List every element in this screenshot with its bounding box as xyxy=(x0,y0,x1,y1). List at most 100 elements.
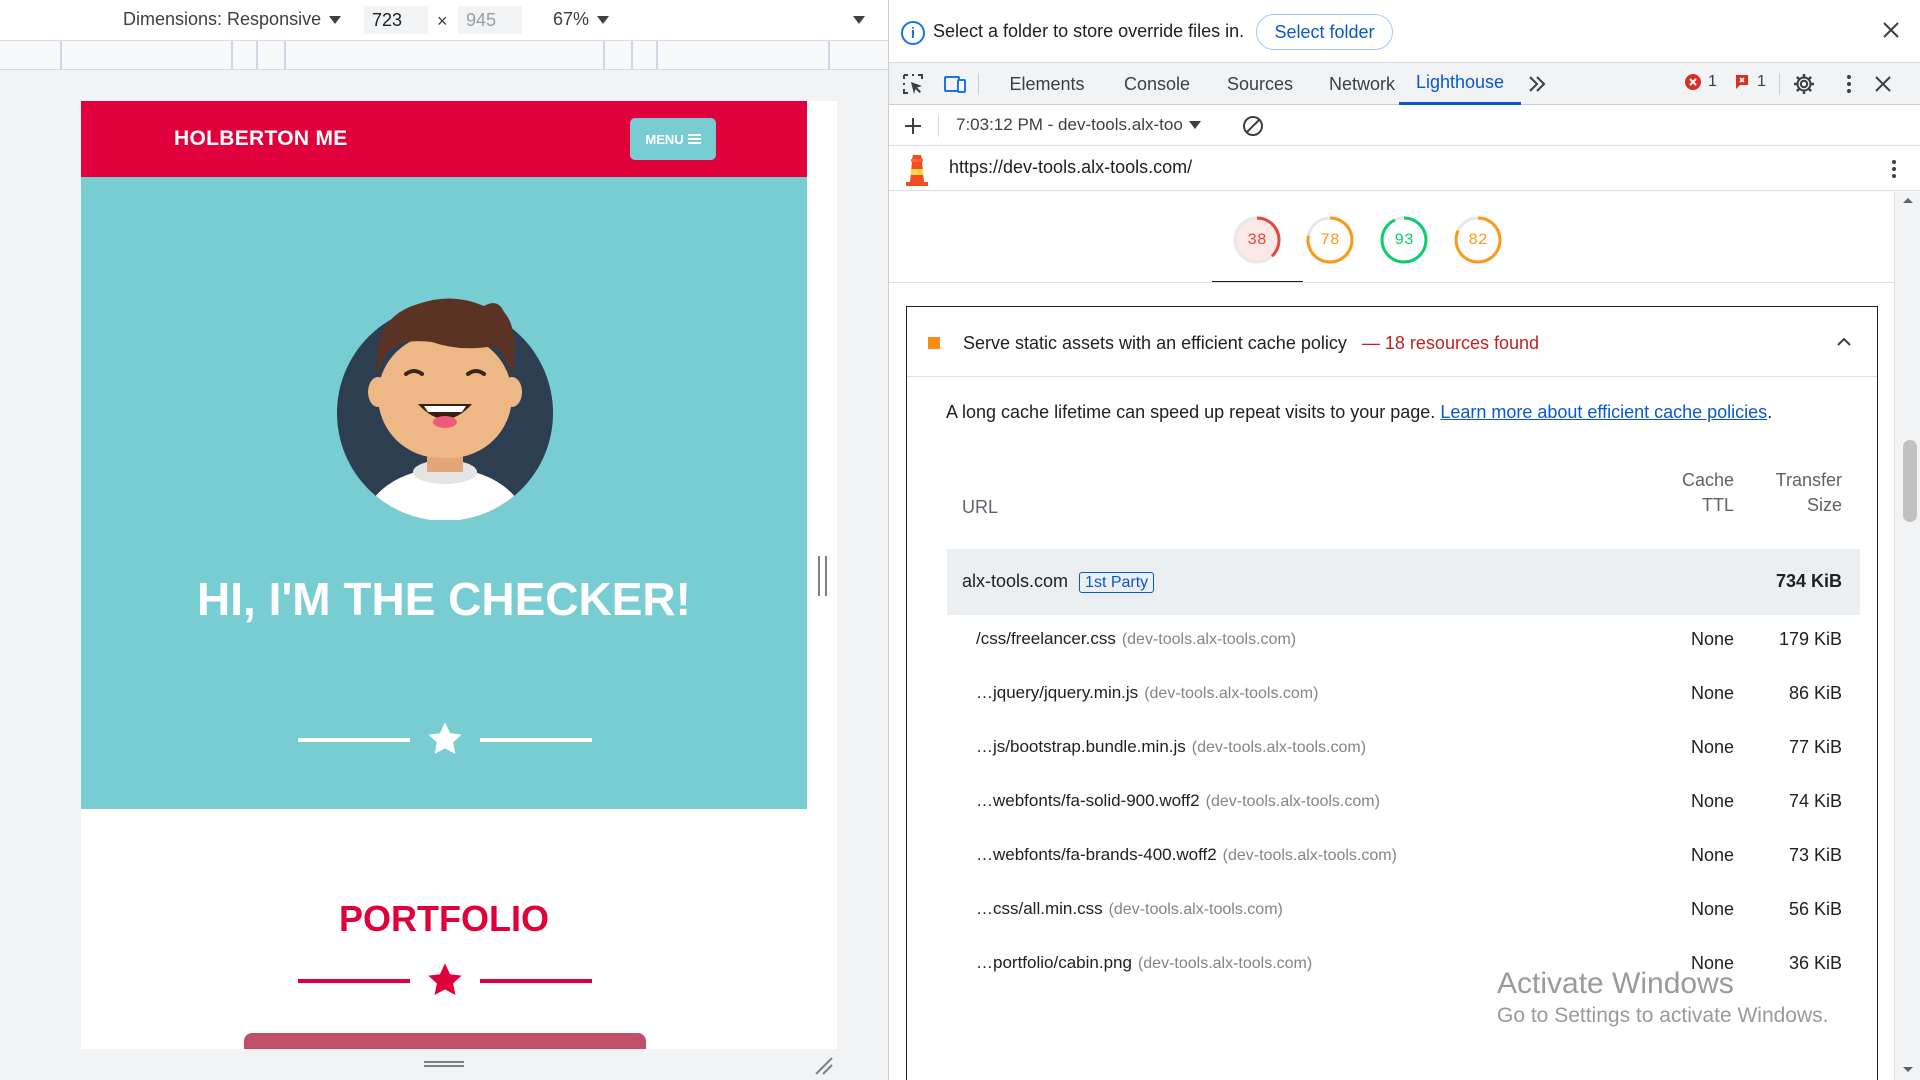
period: . xyxy=(1767,402,1773,422)
row-url: …webfonts/fa-brands-400.woff2 (dev-tools.… xyxy=(976,845,1397,865)
error-icon xyxy=(1685,74,1701,90)
score-gauge[interactable]: 78 xyxy=(1304,214,1356,266)
row-transfer-size: 74 KiB xyxy=(1788,791,1842,811)
menu-button[interactable]: MENU xyxy=(630,118,716,160)
tab-console[interactable]: Console xyxy=(1105,63,1209,105)
more-tabs-icon[interactable] xyxy=(1525,72,1549,96)
tab-sources[interactable]: Sources xyxy=(1209,63,1311,105)
portfolio-heading: PORTFOLIO xyxy=(339,898,549,939)
clear-icon[interactable] xyxy=(1241,114,1265,138)
devtools-panel: i Select a folder to store override file… xyxy=(889,0,1920,1080)
emulated-viewport: HOLBERTON ME MENU HI, I'M THE CHECKER! P… xyxy=(81,101,807,1049)
error-count-badge[interactable]: 1 xyxy=(1684,73,1717,91)
resize-handle-right[interactable] xyxy=(818,556,827,596)
dimensions-dropdown[interactable]: Dimensions: Responsive xyxy=(123,9,342,30)
row-transfer-size: 86 KiB xyxy=(1788,683,1842,703)
row-host: (dev-tools.alx-tools.com) xyxy=(1222,847,1397,864)
portfolio-card[interactable] xyxy=(244,1033,646,1049)
avatar-image xyxy=(337,298,553,520)
audit-header[interactable]: Serve static assets with an efficient ca… xyxy=(907,307,1877,377)
height-input[interactable]: 945 xyxy=(458,6,522,34)
learn-more-link[interactable]: Learn more about efficient cache policie… xyxy=(1440,402,1767,422)
row-cache-ttl: None xyxy=(1690,683,1734,703)
kebab-menu-icon[interactable] xyxy=(1882,157,1906,181)
media-query-bar[interactable] xyxy=(0,40,888,70)
kebab-menu-icon[interactable] xyxy=(1837,72,1861,96)
row-host: (dev-tools.alx-tools.com) xyxy=(1205,793,1380,810)
scroll-thumb[interactable] xyxy=(1903,440,1917,522)
tab-lighthouse[interactable]: Lighthouse xyxy=(1399,63,1521,105)
issues-count-badge[interactable]: 1 xyxy=(1733,73,1766,91)
row-path: …js/bootstrap.bundle.min.js xyxy=(976,737,1186,756)
resize-bar-bottom xyxy=(81,1049,837,1080)
th-cache-ttl-line2: TTL xyxy=(1701,495,1734,515)
info-icon: i xyxy=(901,21,925,45)
audit-card: Serve static assets with an efficient ca… xyxy=(906,306,1878,1080)
zoom-dropdown[interactable]: 67% xyxy=(553,9,610,30)
th-transfer-size-line2: Size xyxy=(1806,495,1842,515)
chevron-up-icon[interactable] xyxy=(1835,333,1853,351)
star-icon xyxy=(428,963,462,996)
score-value: 78 xyxy=(1320,231,1340,249)
plus-icon[interactable] xyxy=(902,115,924,137)
close-devtools-icon[interactable] xyxy=(1871,72,1895,96)
score-value: 38 xyxy=(1247,231,1267,249)
site-navbar: HOLBERTON ME MENU xyxy=(81,101,807,177)
row-path: …webfonts/fa-brands-400.woff2 xyxy=(976,845,1217,864)
tab-elements[interactable]: Elements xyxy=(989,63,1105,105)
scroll-down-icon[interactable] xyxy=(1902,1066,1914,1074)
row-transfer-size: 77 KiB xyxy=(1788,737,1842,757)
score-gauge[interactable]: 93 xyxy=(1378,214,1430,266)
row-host: (dev-tools.alx-tools.com) xyxy=(1137,955,1313,972)
watermark-line2: Go to Settings to activate Windows. xyxy=(1497,1004,1829,1027)
report-select[interactable]: 7:03:12 PM - dev-tools.alx-too xyxy=(956,115,1201,135)
row-url: …portfolio/cabin.png (dev-tools.alx-tools… xyxy=(976,953,1312,973)
scroll-up-icon[interactable] xyxy=(1902,196,1914,204)
row-url: …js/bootstrap.bundle.min.js (dev-tools.al… xyxy=(976,737,1366,757)
report-scrollbar[interactable] xyxy=(1894,192,1920,1080)
row-url: …webfonts/fa-solid-900.woff2 (dev-tools.a… xyxy=(976,791,1380,811)
row-path: …css/all.min.css xyxy=(976,899,1103,918)
lighthouse-report: 38 78 93 82 Serve static assets with an eff… xyxy=(889,192,1894,1080)
chevron-down-icon xyxy=(1188,121,1201,129)
tab-network[interactable]: Network xyxy=(1311,63,1413,105)
resize-corner-icon[interactable] xyxy=(814,1056,834,1076)
row-transfer-size: 179 KiB xyxy=(1778,629,1842,649)
group-size: 734 KiB xyxy=(1775,571,1842,591)
row-cache-ttl: None xyxy=(1690,629,1734,649)
report-url: https://dev-tools.alx-tools.com/ xyxy=(949,157,1193,177)
times-sign: × xyxy=(437,11,448,31)
score-gauge[interactable]: 82 xyxy=(1452,214,1504,266)
site-brand[interactable]: HOLBERTON ME xyxy=(174,127,348,151)
select-folder-button[interactable]: Select folder xyxy=(1256,14,1393,50)
issues-count: 1 xyxy=(1757,73,1766,90)
row-host: (dev-tools.alx-tools.com) xyxy=(1108,901,1283,918)
report-select-label: 7:03:12 PM - dev-tools.alx-too xyxy=(956,115,1183,134)
error-count: 1 xyxy=(1708,73,1717,90)
dimensions-label: Dimensions: Responsive xyxy=(123,9,322,29)
audit-title: Serve static assets with an efficient ca… xyxy=(963,333,1347,353)
devtools-tabbar: Elements Console Sources Network Lightho… xyxy=(889,63,1920,105)
row-path: /css/freelancer.css xyxy=(976,629,1116,648)
audit-description-text: A long cache lifetime can speed up repea… xyxy=(946,402,1436,422)
score-value: 93 xyxy=(1394,231,1414,249)
width-input[interactable]: 723 xyxy=(364,6,428,34)
report-url-row: https://dev-tools.alx-tools.com/ xyxy=(889,146,1920,191)
close-icon[interactable] xyxy=(1881,20,1901,40)
gear-icon[interactable] xyxy=(1792,72,1816,96)
watermark-line1: Activate Windows xyxy=(1497,967,1734,1000)
row-transfer-size: 73 KiB xyxy=(1788,845,1842,865)
device-toolbar-icon[interactable] xyxy=(943,72,967,96)
row-transfer-size: 56 KiB xyxy=(1788,899,1842,919)
lighthouse-logo-icon xyxy=(906,155,928,186)
hamburger-icon xyxy=(687,134,701,144)
row-url: …css/all.min.css (dev-tools.alx-tools.com… xyxy=(976,899,1283,919)
resize-handle-bottom[interactable] xyxy=(424,1061,464,1067)
more-options-icon[interactable] xyxy=(853,16,865,24)
inspect-element-icon[interactable] xyxy=(901,72,925,96)
row-path: …portfolio/cabin.png xyxy=(976,953,1132,972)
audit-dash: — xyxy=(1361,333,1380,353)
device-toolbar: Dimensions: Responsive 723 × 945 67% xyxy=(0,0,888,40)
score-gauge[interactable]: 38 xyxy=(1231,214,1283,266)
th-url: URL xyxy=(962,497,999,517)
